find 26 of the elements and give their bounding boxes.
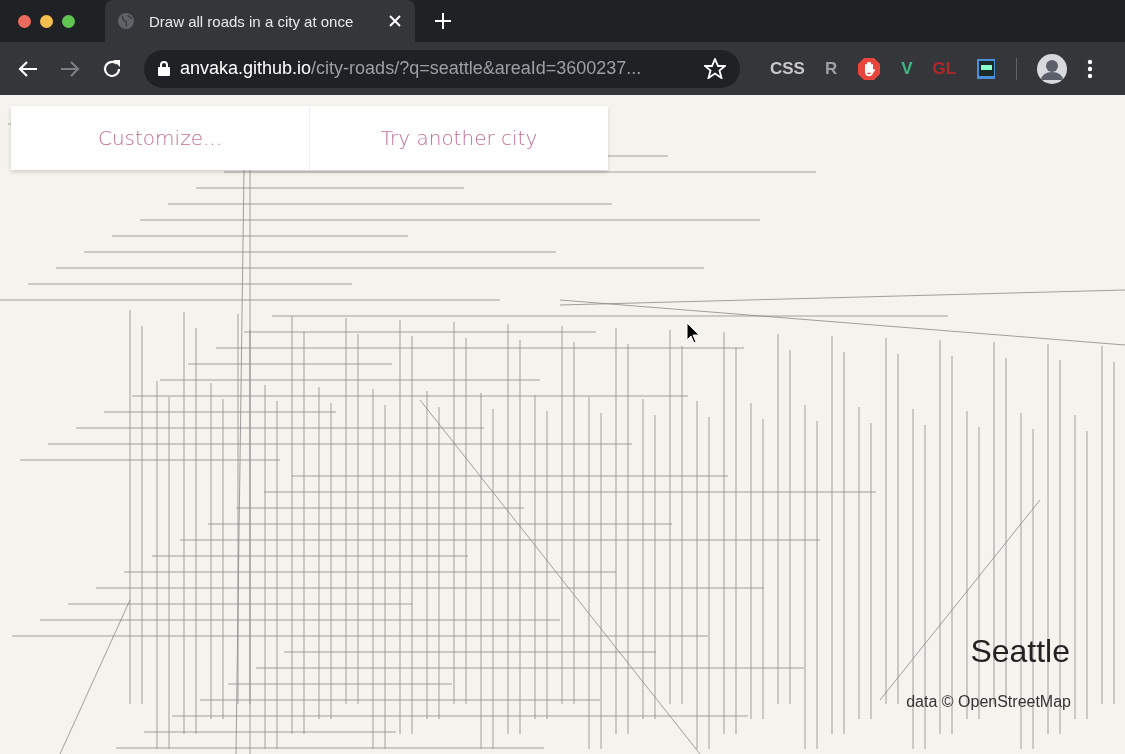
globe-icon [117, 12, 135, 30]
lock-icon [158, 61, 170, 76]
panel-button[interactable]: Try another city [310, 106, 608, 170]
window-maximize-button[interactable] [62, 14, 75, 28]
forward-arrow-icon[interactable] [60, 59, 80, 78]
extension-icon[interactable]: R [824, 58, 838, 79]
star-icon[interactable] [704, 58, 726, 79]
attribution-text: data © OpenStreetMap [906, 693, 1071, 711]
window-minimize-button[interactable] [40, 14, 53, 28]
browser-tab[interactable]: Draw all roads in a city at once [105, 0, 415, 42]
close-icon[interactable] [389, 15, 401, 27]
cursor-icon [686, 322, 700, 344]
window-icon[interactable] [976, 57, 997, 80]
tab-title: Draw all roads in a city at once [149, 12, 355, 30]
hand-stop-icon[interactable] [857, 56, 882, 81]
address-bar[interactable]: anvaka.github.io/city-roads/?q=seattle&areaId=3600237... [144, 49, 740, 88]
city-name: Seattle [970, 633, 1070, 670]
window-close-button[interactable] [18, 14, 31, 28]
reload-icon[interactable] [102, 58, 122, 79]
extension-icon[interactable]: CSS [770, 58, 805, 79]
panel-button[interactable]: Customize... [11, 106, 309, 170]
back-arrow-icon[interactable] [18, 59, 38, 78]
avatar-icon[interactable] [1037, 53, 1068, 84]
menu-icon[interactable] [1087, 58, 1094, 79]
new-tab-icon[interactable] [435, 13, 451, 29]
extension-icon[interactable]: V [901, 58, 913, 79]
